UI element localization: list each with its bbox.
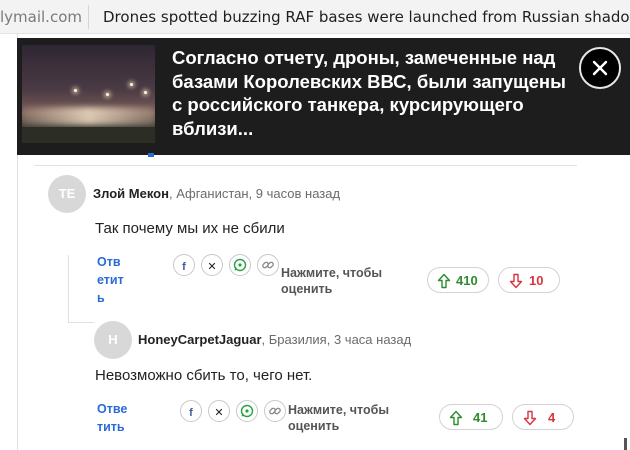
link-icon <box>269 407 281 415</box>
reply-button[interactable]: Отв етит ь <box>97 253 124 307</box>
upvote-count: 410 <box>456 273 478 288</box>
arrow-down-icon <box>509 273 523 289</box>
avatar[interactable]: H <box>94 321 132 359</box>
video-headline[interactable]: Согласно отчету, дроны, замеченные над б… <box>172 46 577 140</box>
comment-text: Так почему мы их не сбили <box>95 220 285 237</box>
hidden-link-fragment <box>148 153 154 157</box>
comment-meta: Злой Мекон, Афганистан, 9 часов назад <box>93 186 340 201</box>
reply-button[interactable]: Отве тить <box>97 400 127 436</box>
arrow-up-icon <box>449 410 463 426</box>
share-whatsapp-button[interactable] <box>229 254 251 276</box>
upvote-count: 41 <box>473 410 488 425</box>
share-whatsapp-button[interactable] <box>236 400 258 422</box>
avatar[interactable]: TE <box>48 175 86 213</box>
browser-tab-bar: lymail.com Drones spotted buzzing RAF ba… <box>0 0 630 34</box>
thumbnail-light <box>74 89 77 92</box>
share-x-button[interactable]: ✕ <box>201 254 223 276</box>
x-icon: ✕ <box>214 407 224 419</box>
whatsapp-icon <box>233 258 247 272</box>
facebook-icon: f <box>189 407 193 419</box>
tab-domain[interactable]: lymail.com <box>0 8 82 26</box>
video-thumbnail[interactable] <box>22 45 155 143</box>
thumbnail-light <box>130 83 133 86</box>
rate-prompt-line: Нажмите, чтобы <box>281 266 383 280</box>
whatsapp-icon <box>240 404 254 418</box>
downvote-count: 10 <box>529 273 544 288</box>
comment-meta: HoneyCarpetJaguar, Бразилия, 3 часа наза… <box>138 332 411 347</box>
thumbnail-ground <box>22 127 155 143</box>
arrow-down-icon <box>523 410 537 426</box>
reply-label-part: тить <box>97 420 125 434</box>
close-icon <box>592 60 608 76</box>
facebook-icon: f <box>182 261 186 273</box>
reply-label-part: Отве <box>97 402 128 416</box>
x-icon: ✕ <box>207 261 217 273</box>
thumbnail-light <box>106 93 109 96</box>
thread-connector <box>68 255 69 323</box>
tab-title[interactable]: Drones spotted buzzing RAF bases were la… <box>103 8 630 26</box>
reply-label-part: етит <box>97 273 124 287</box>
downvote-count: 4 <box>548 410 556 425</box>
rate-prompt-line: Нажмите, чтобы <box>288 403 390 417</box>
downvote-button[interactable]: 4 <box>512 404 574 430</box>
comment-location-time: , Бразилия, 3 часа назад <box>261 332 412 347</box>
share-link-button[interactable] <box>257 254 279 276</box>
thumbnail-horizon-glow <box>22 107 155 125</box>
close-button[interactable] <box>579 47 621 89</box>
thread-connector-elbow <box>68 322 94 323</box>
comment-author[interactable]: HoneyCarpetJaguar <box>138 332 262 347</box>
rate-prompt: Нажмите, чтобы оценить <box>281 265 382 297</box>
rate-prompt: Нажмите, чтобы оценить <box>288 402 389 434</box>
comment-separator <box>34 165 577 166</box>
share-x-button[interactable]: ✕ <box>208 400 230 422</box>
rate-prompt-line: оценить <box>288 419 340 433</box>
rate-prompt-line: оценить <box>281 282 333 296</box>
upvote-button[interactable]: 41 <box>439 404 503 430</box>
tab-separator <box>88 5 89 29</box>
share-link-button[interactable] <box>264 400 286 422</box>
video-overlay[interactable]: Согласно отчету, дроны, замеченные над б… <box>17 38 630 155</box>
reply-label-part: ь <box>97 291 105 305</box>
share-facebook-button[interactable]: f <box>173 254 195 276</box>
upvote-button[interactable]: 410 <box>427 267 489 293</box>
link-icon <box>262 261 274 269</box>
comment-author[interactable]: Злой Мекон <box>93 186 169 201</box>
arrow-up-icon <box>437 273 451 289</box>
scrollbar-thumb[interactable] <box>624 438 627 450</box>
comment-text: Невозможно сбить то, чего нет. <box>95 367 313 384</box>
thumbnail-light <box>144 91 147 94</box>
comment-location-time: , Афганистан, 9 часов назад <box>168 186 341 201</box>
share-facebook-button[interactable]: f <box>180 400 202 422</box>
downvote-button[interactable]: 10 <box>498 267 560 293</box>
reply-label-part: Отв <box>97 255 121 269</box>
